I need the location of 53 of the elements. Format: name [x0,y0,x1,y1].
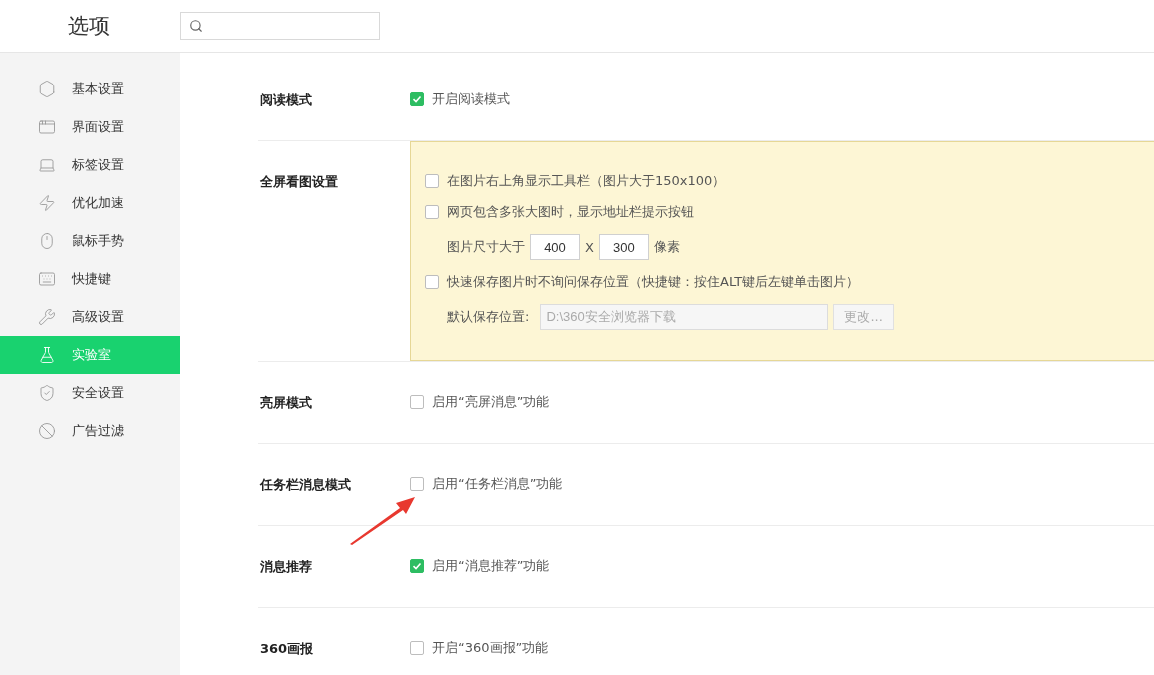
checkbox[interactable] [425,205,439,219]
menu-icon [38,270,56,288]
section-title: 全屏看图设置 [260,173,338,191]
checkbox[interactable] [425,275,439,289]
times-label: X [585,239,594,255]
option-label: 默认保存位置: [447,308,530,326]
menu-icon [38,422,56,440]
sidebar-item[interactable]: 广告过滤 [0,412,180,450]
option-label: 启用“任务栏消息”功能 [432,475,563,493]
option-label: 启用“亮屏消息”功能 [432,393,550,411]
menu-icon [38,346,56,364]
section-title: 任务栏消息模式 [260,476,351,494]
sidebar-item[interactable]: 优化加速 [0,184,180,222]
option-label: 图片尺寸大于 [447,238,525,256]
option-label: 在图片右上角显示工具栏（图片大于150x100） [447,172,726,190]
sidebar-item[interactable]: 标签设置 [0,146,180,184]
height-field[interactable]: 300 [598,234,649,260]
width-field[interactable]: 400 [530,234,580,260]
sidebar-item[interactable]: 鼠标手势 [0,222,180,260]
checkbox[interactable] [425,174,439,188]
sidebar-item[interactable]: 界面设置 [0,108,180,146]
check-icon [412,561,422,571]
menu-icon [38,384,56,402]
menu-icon [38,308,56,326]
arrow-icon [348,494,418,546]
checkbox[interactable] [410,641,424,655]
option-label: 开启阅读模式 [432,90,510,108]
section-title: 阅读模式 [260,91,312,109]
checkbox[interactable] [410,92,424,106]
page-title: 选项 [67,13,111,40]
menu-icon [38,194,56,212]
menu-icon [38,232,56,250]
section-title: 360画报 [260,640,314,658]
option-label: 开启“360画报”功能 [432,639,549,657]
sidebar-item[interactable]: 基本设置 [0,70,180,108]
section-title: 消息推荐 [260,558,312,576]
section-title: 亮屏模式 [260,394,312,412]
check-icon [412,94,422,104]
search-icon [189,19,203,33]
menu-icon [38,80,56,98]
menu-icon [38,156,56,174]
checkbox[interactable] [410,559,424,573]
checkbox[interactable] [410,477,424,491]
option-label: 启用“消息推荐”功能 [432,557,550,575]
option-label: 网页包含多张大图时，显示地址栏提示按钮 [447,203,694,221]
checkbox[interactable] [410,395,424,409]
sidebar-item[interactable]: 高级设置 [0,298,180,336]
option-label: 快速保存图片时不询问保存位置（快捷键：按住ALT键后左键单击图片） [447,273,860,291]
sidebar-item[interactable]: 快捷键 [0,260,180,298]
menu-icon [38,118,56,136]
search-field[interactable] [180,12,380,40]
unit-label: 像素 [653,238,680,256]
sidebar-item[interactable]: 安全设置 [0,374,180,412]
